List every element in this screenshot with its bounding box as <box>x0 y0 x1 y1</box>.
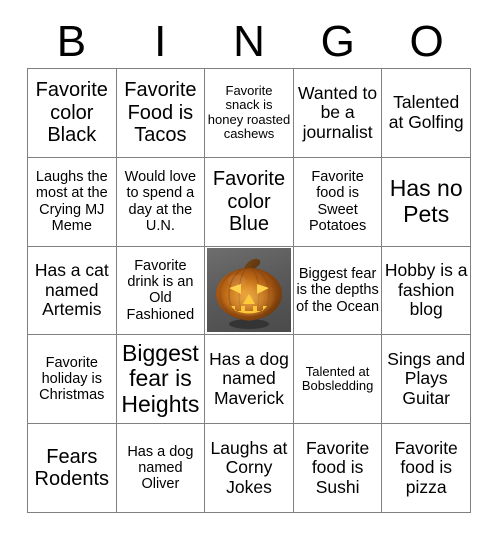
header-letter-g: G <box>320 17 355 66</box>
bingo-cell-text: Sings and Plays Guitar <box>387 348 466 409</box>
bingo-cell-text: Wanted to be a journalist <box>298 82 378 142</box>
header-letter-n: N <box>233 17 265 66</box>
bingo-cell[interactable]: Favorite snack is honey roasted cashews <box>205 69 294 158</box>
bingo-free-space-image <box>205 246 293 335</box>
bingo-cell[interactable]: Laughs the most at the Crying MJ Meme <box>28 157 117 247</box>
bingo-cell-text: Laughs at Corny Jokes <box>210 437 288 497</box>
bingo-cell-text: Favorite color Black <box>35 79 108 147</box>
jack-o-lantern-icon <box>206 248 291 333</box>
bingo-cell[interactable]: Favorite color Black <box>28 69 117 158</box>
bingo-cell-text: Fears Rodents <box>34 445 110 491</box>
bingo-cell-text: Has a dog named Maverick <box>209 348 289 409</box>
bingo-cell[interactable]: Biggest fear is Heights <box>116 335 206 425</box>
bingo-cell[interactable]: Talented at Bobsledding <box>293 335 383 425</box>
bingo-cell[interactable]: Has a dog named Oliver <box>116 424 206 513</box>
bingo-cell-text: Favorite color Blue <box>212 168 286 235</box>
bingo-header: B I N G O <box>27 16 471 68</box>
bingo-cell-text: Favorite Food is Tacos <box>124 79 197 147</box>
bingo-card: B I N G O Favorite color Black Favorite F… <box>0 0 500 544</box>
bingo-cell-text: Biggest fear is the depths of the Ocean <box>296 266 380 315</box>
bingo-cell-text: Favorite holiday is Christmas <box>39 354 105 404</box>
bingo-cell[interactable]: Wanted to be a journalist <box>293 69 383 158</box>
bingo-cell-text: Talented at Bobsledding <box>301 363 374 394</box>
bingo-cell-text: Favorite food is Sweet Potatoes <box>308 169 367 234</box>
bingo-cell-text: Favorite drink is an Old Fashioned <box>126 258 195 323</box>
bingo-cell[interactable]: Favorite holiday is Christmas <box>28 335 117 425</box>
bingo-cell-text: Has a cat named Artemis <box>34 260 109 320</box>
header-letter-b: B <box>56 17 87 66</box>
bingo-cell[interactable]: Favorite color Blue <box>205 157 294 247</box>
bingo-cell[interactable]: Favorite drink is an Old Fashioned <box>116 246 206 336</box>
bingo-cell[interactable]: Has a cat named Artemis <box>28 246 117 336</box>
bingo-cell-text: Would love to spend a day at the U.N. <box>124 169 197 234</box>
bingo-cell-text: Biggest fear is Heights <box>121 339 200 418</box>
bingo-cell[interactable] <box>205 246 294 336</box>
bingo-cell-text: Has a dog named Oliver <box>127 443 194 493</box>
bingo-cell[interactable]: Sings and Plays Guitar <box>382 335 471 425</box>
bingo-cell[interactable]: Would love to spend a day at the U.N. <box>116 157 206 247</box>
bingo-cell-text: Has no Pets <box>389 174 463 227</box>
bingo-cell-text: Favorite snack is honey roasted cashews <box>207 82 291 142</box>
bingo-cell-text: Favorite food is Sushi <box>305 437 370 497</box>
bingo-cell-text: Laughs the most at the Crying MJ Meme <box>35 169 108 234</box>
bingo-grid: Favorite color Black Favorite Food is Tac… <box>27 68 471 513</box>
header-letter-o: O <box>409 17 444 66</box>
bingo-cell[interactable]: Laughs at Corny Jokes <box>205 424 294 513</box>
header-letter-i: I <box>154 17 167 66</box>
bingo-cell[interactable]: Hobby is a fashion blog <box>382 246 471 336</box>
bingo-cell-text: Talented at Golfing <box>388 92 464 132</box>
bingo-cell[interactable]: Favorite food is Sushi <box>293 424 383 513</box>
bingo-cell[interactable]: Favorite food is Sweet Potatoes <box>293 157 383 247</box>
bingo-cell-text: Hobby is a fashion blog <box>384 260 468 320</box>
bingo-cell[interactable]: Has a dog named Maverick <box>205 335 294 425</box>
bingo-cell-text: Favorite food is pizza <box>394 437 458 497</box>
bingo-cell[interactable]: Biggest fear is the depths of the Ocean <box>293 246 383 336</box>
bingo-cell[interactable]: Talented at Golfing <box>382 69 471 158</box>
bingo-cell[interactable]: Favorite food is pizza <box>382 424 471 513</box>
bingo-cell[interactable]: Fears Rodents <box>28 424 117 513</box>
bingo-cell[interactable]: Favorite Food is Tacos <box>116 69 206 158</box>
bingo-cell[interactable]: Has no Pets <box>382 157 471 247</box>
